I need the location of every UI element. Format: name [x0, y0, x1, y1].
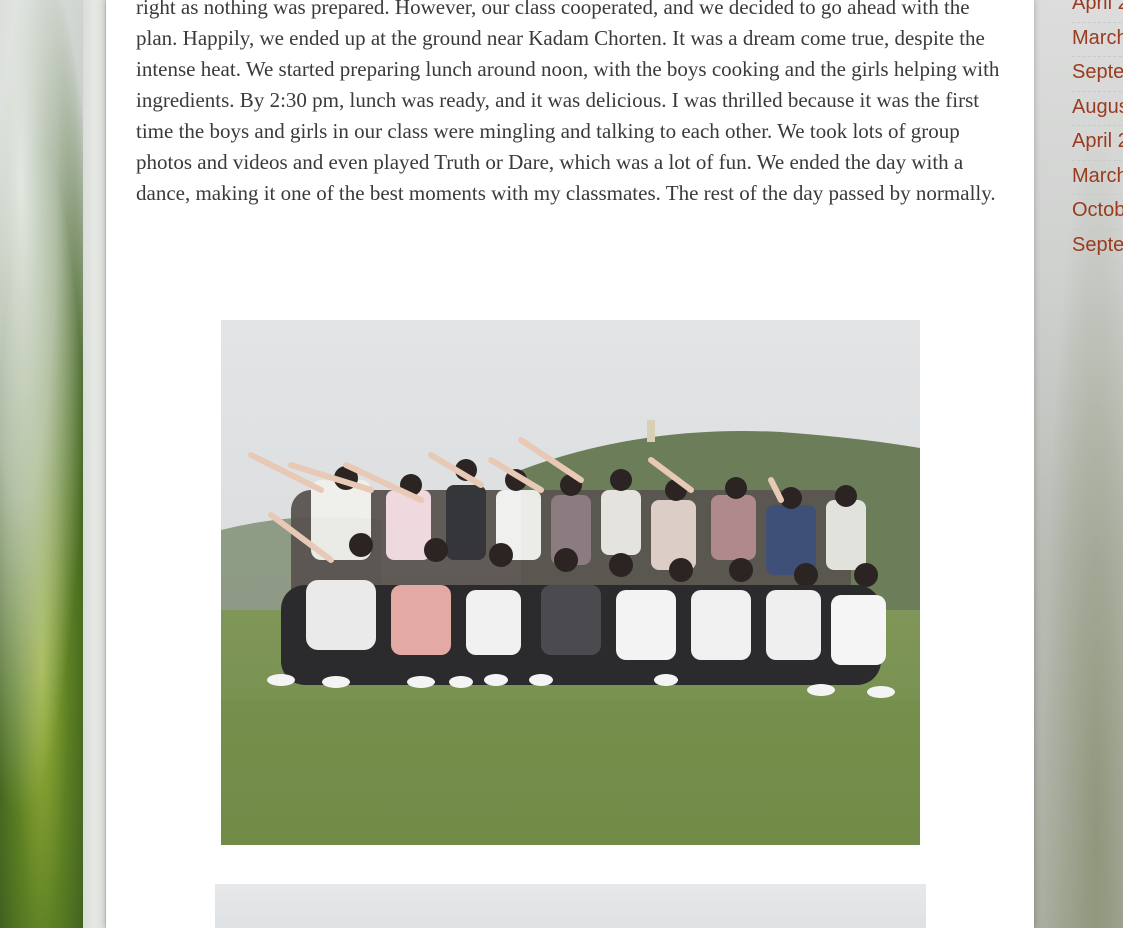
archive-link[interactable]: Octob: [1072, 199, 1123, 221]
archive-link[interactable]: Septe: [1072, 61, 1123, 83]
archive-link[interactable]: March: [1072, 165, 1123, 187]
post-paragraph: right as nothing was prepared. However, …: [136, 0, 1000, 205]
archive-item: Septe: [1072, 230, 1123, 264]
archive-link[interactable]: April 2: [1072, 0, 1123, 14]
group-photo[interactable]: [221, 320, 920, 845]
blog-post-content: right as nothing was prepared. However, …: [106, 0, 1034, 928]
archive-item: March: [1072, 23, 1123, 57]
background-frame-left: [83, 0, 105, 928]
archive-item: Octob: [1072, 195, 1123, 230]
archive-sidebar: April 2 March Septe Augus April 2 March …: [1072, 0, 1123, 264]
archive-item: Augus: [1072, 92, 1123, 126]
archive-list: April 2 March Septe Augus April 2 March …: [1072, 0, 1123, 264]
archive-item: April 2: [1072, 126, 1123, 161]
second-photo[interactable]: [215, 884, 926, 928]
archive-item: Septe: [1072, 57, 1123, 92]
archive-item: March: [1072, 161, 1123, 195]
archive-item: April 2: [1072, 0, 1123, 23]
archive-link[interactable]: April 2: [1072, 130, 1123, 152]
archive-link[interactable]: March: [1072, 27, 1123, 49]
archive-link[interactable]: Septe: [1072, 234, 1123, 256]
archive-link[interactable]: Augus: [1072, 96, 1123, 118]
